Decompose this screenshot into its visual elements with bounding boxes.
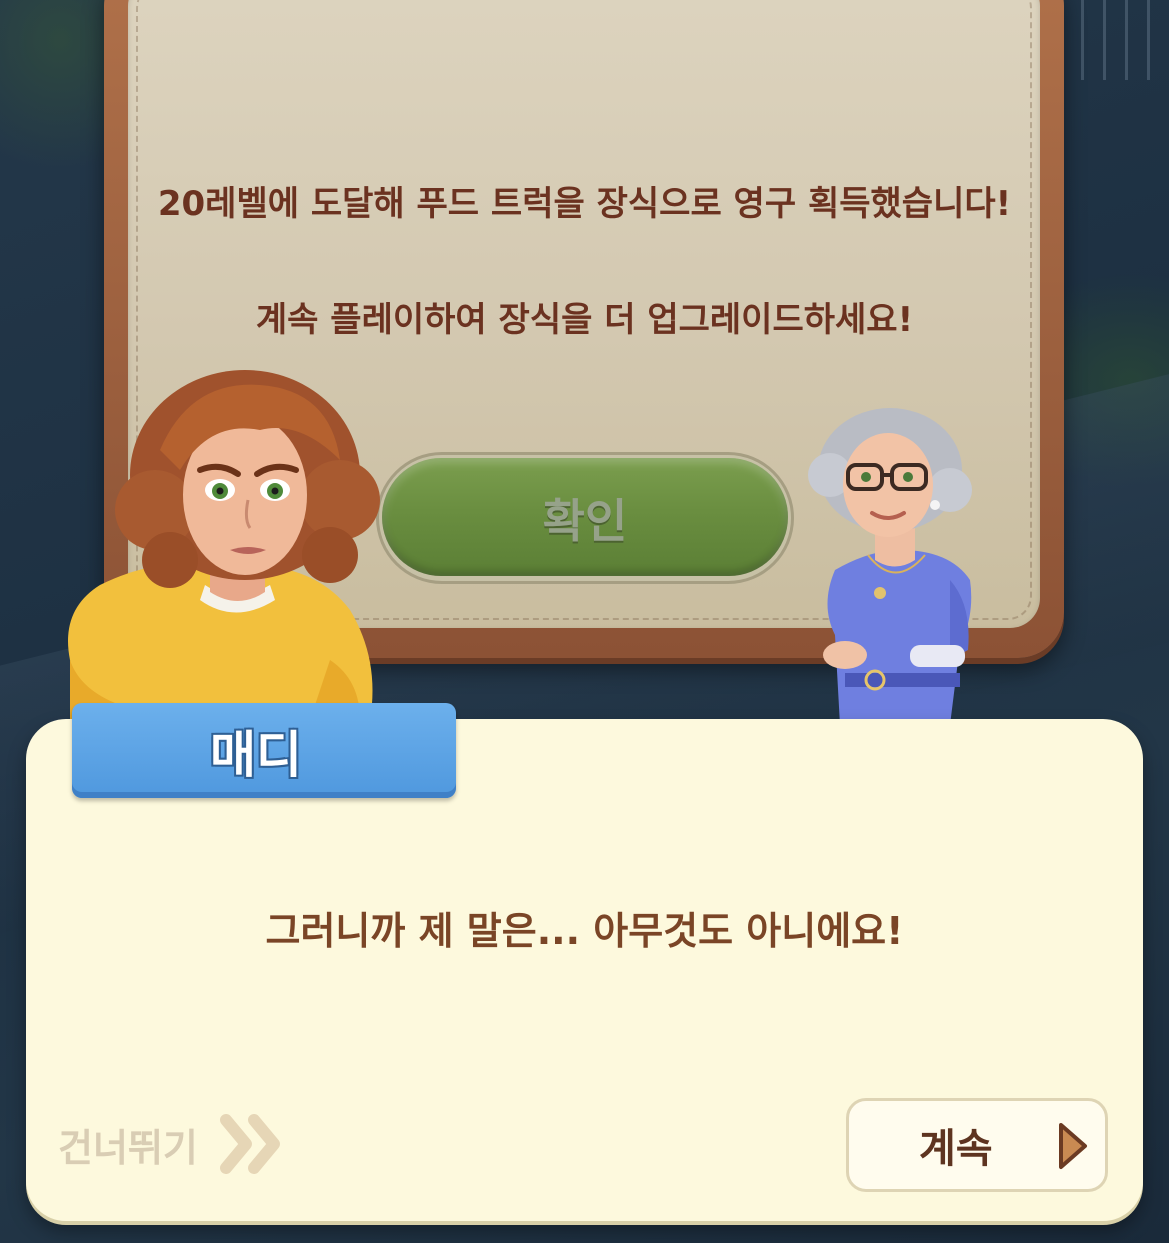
maddie-character [68, 370, 380, 720]
speaker-name: 매디 [210, 725, 302, 784]
dialogue-text: 그러니까 제 말은... 아무것도 아니에요! [265, 909, 904, 953]
reward-hint: 계속 플레이하여 장식을 더 업그레이드하세요! [255, 300, 914, 340]
grandma-character [808, 408, 972, 725]
confirm-button[interactable]: 확인 [376, 452, 794, 584]
skip-button[interactable]: 건너뛰기 [58, 1112, 284, 1176]
speaker-name-tag: 매디 [72, 703, 456, 798]
background-fence [1059, 0, 1169, 80]
reward-message: 20레벨에 도달해 푸드 트럭을 장식으로 영구 획득했습니다! [157, 184, 1012, 224]
skip-label: 건너뛰기 [58, 1125, 198, 1170]
continue-button[interactable]: 계속 [846, 1098, 1108, 1192]
double-chevron-right-icon [219, 1114, 280, 1174]
confirm-button-label: 확인 [542, 494, 628, 548]
continue-label: 계속 [919, 1126, 993, 1172]
play-triangle-icon [1059, 1123, 1087, 1169]
